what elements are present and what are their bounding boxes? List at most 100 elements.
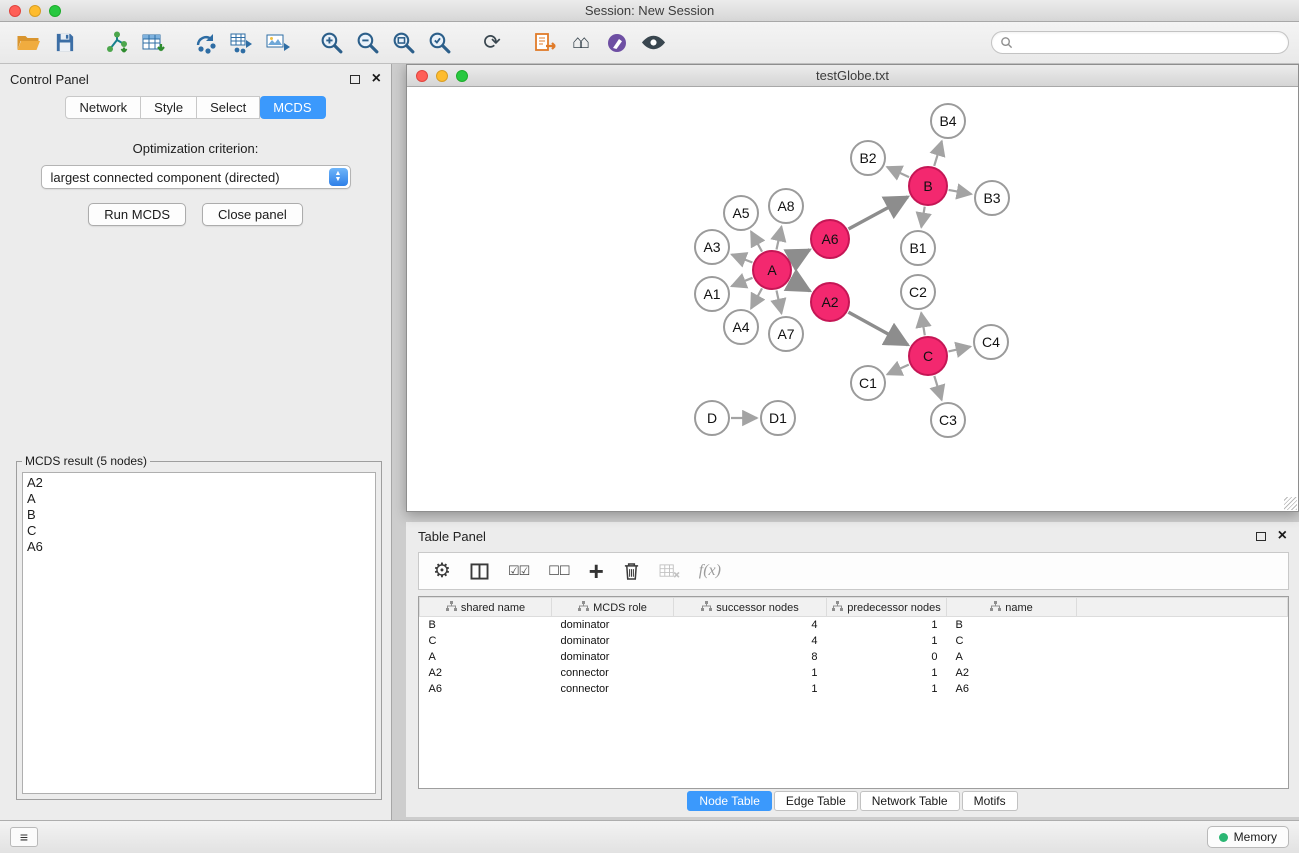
add-row-button[interactable]: +	[589, 561, 604, 582]
graph-node-A3[interactable]: A3	[695, 230, 729, 264]
resize-grip[interactable]	[1284, 497, 1297, 510]
zoom-network-window-button[interactable]	[456, 70, 468, 82]
graph-node-C4[interactable]: C4	[974, 325, 1008, 359]
graph-node-A1[interactable]: A1	[695, 277, 729, 311]
graph-edge-A2-C[interactable]	[848, 312, 908, 345]
network-canvas[interactable]: B4 B2 B B3 A8 A5 A6 A3 B1 A C2 A1 A2 A4 A7 C4 C C1 C3 D D1	[407, 87, 1298, 511]
annotations-button[interactable]	[601, 27, 633, 59]
graph-edge-A-A1[interactable]	[732, 278, 753, 286]
float-panel-icon[interactable]	[350, 75, 360, 84]
close-panel-icon[interactable]: ×	[372, 71, 381, 87]
graph-node-D1[interactable]: D1	[761, 401, 795, 435]
search-input[interactable]	[1018, 36, 1288, 50]
import-table-button[interactable]	[137, 27, 169, 59]
column-header[interactable]: name	[947, 598, 1077, 617]
graph-node-C[interactable]: C	[909, 337, 947, 375]
float-table-panel-icon[interactable]	[1256, 532, 1266, 541]
deselect-all-button[interactable]: ☐☐	[548, 563, 569, 579]
tab-motifs[interactable]: Motifs	[962, 791, 1018, 811]
run-mcds-button[interactable]: Run MCDS	[88, 203, 186, 226]
minimize-network-window-button[interactable]	[436, 70, 448, 82]
column-layout-button[interactable]	[470, 563, 489, 580]
table-row[interactable]: A2connector11A2	[420, 665, 1288, 681]
network-graph[interactable]: B4 B2 B B3 A8 A5 A6 A3 B1 A C2 A1 A2 A4 A7 C4 C C1 C3 D D1	[407, 87, 1298, 511]
graph-node-A2[interactable]: A2	[811, 283, 849, 321]
column-header[interactable]: predecessor nodes	[827, 598, 947, 617]
column-header[interactable]: MCDS role	[552, 598, 674, 617]
memory-button[interactable]: Memory	[1207, 826, 1289, 848]
graph-edge-A-A3[interactable]	[732, 255, 753, 263]
mcds-result-item[interactable]: B	[27, 507, 371, 523]
graph-node-B3[interactable]: B3	[975, 181, 1009, 215]
home-button[interactable]: ⌂⌂	[565, 27, 597, 59]
zoom-in-button[interactable]	[315, 27, 347, 59]
graph-node-A5[interactable]: A5	[724, 196, 758, 230]
export-image-button[interactable]	[262, 27, 294, 59]
graph-node-B2[interactable]: B2	[851, 141, 885, 175]
close-panel-button[interactable]: Close panel	[202, 203, 303, 226]
graph-edge-B-B4[interactable]	[934, 141, 942, 166]
settings-button[interactable]: ⚙	[433, 561, 451, 581]
graph-node-A8[interactable]: A8	[769, 189, 803, 223]
task-history-button[interactable]: ≡	[10, 827, 38, 847]
tab-network-table[interactable]: Network Table	[860, 791, 960, 811]
node-table[interactable]: shared nameMCDS rolesuccessor nodesprede…	[418, 596, 1289, 789]
table-row[interactable]: Cdominator41C	[420, 633, 1288, 649]
graph-node-D[interactable]: D	[695, 401, 729, 435]
show-hide-button[interactable]	[637, 27, 669, 59]
graph-node-C2[interactable]: C2	[901, 275, 935, 309]
column-header[interactable]: shared name	[420, 598, 552, 617]
graph-node-A4[interactable]: A4	[724, 310, 758, 344]
graph-edge-A-A8[interactable]	[777, 227, 782, 250]
graph-node-C3[interactable]: C3	[931, 403, 965, 437]
close-network-window-button[interactable]	[416, 70, 428, 82]
close-window-button[interactable]	[9, 5, 21, 17]
tab-style[interactable]: Style	[141, 96, 197, 119]
graph-edge-B-B1[interactable]	[921, 207, 924, 228]
mcds-result-list[interactable]: A2ABCA6	[22, 472, 376, 794]
search-field[interactable]	[991, 31, 1289, 54]
optimization-criterion-select[interactable]: largest connected component (directed) ▲…	[41, 165, 351, 189]
close-table-panel-icon[interactable]: ×	[1278, 528, 1287, 544]
import-network-button[interactable]	[101, 27, 133, 59]
graph-node-A7[interactable]: A7	[769, 317, 803, 351]
minimize-window-button[interactable]	[29, 5, 41, 17]
tab-edge-table[interactable]: Edge Table	[774, 791, 858, 811]
table-row[interactable]: A6connector11A6	[420, 681, 1288, 697]
column-header[interactable]: successor nodes	[674, 598, 827, 617]
graph-edge-A-A4[interactable]	[751, 288, 762, 308]
zoom-selected-button[interactable]	[423, 27, 455, 59]
tab-select[interactable]: Select	[197, 96, 260, 119]
graph-edge-A-A2[interactable]	[790, 280, 810, 291]
graph-edge-C-C4[interactable]	[949, 347, 971, 352]
select-all-button[interactable]: ☑☑	[508, 563, 529, 579]
graph-edge-C-C2[interactable]	[921, 313, 925, 336]
zoom-fit-button[interactable]	[387, 27, 419, 59]
graph-edge-A-A7[interactable]	[777, 291, 782, 314]
network-window-titlebar[interactable]: testGlobe.txt	[407, 65, 1298, 87]
table-row[interactable]: Adominator80A	[420, 649, 1288, 665]
tab-node-table[interactable]: Node Table	[687, 791, 772, 811]
graph-node-A6[interactable]: A6	[811, 220, 849, 258]
delete-row-button[interactable]	[623, 562, 640, 581]
graph-node-C1[interactable]: C1	[851, 366, 885, 400]
graph-edge-C-C3[interactable]	[934, 376, 941, 400]
new-network-button[interactable]	[190, 27, 222, 59]
graph-node-B1[interactable]: B1	[901, 231, 935, 265]
graph-edge-A-A6[interactable]	[791, 250, 810, 260]
table-row[interactable]: Bdominator41B	[420, 617, 1288, 633]
tab-mcds[interactable]: MCDS	[260, 96, 325, 119]
graph-edge-B-B3[interactable]	[949, 190, 972, 194]
open-session-button[interactable]	[12, 27, 44, 59]
zoom-window-button[interactable]	[49, 5, 61, 17]
export-document-button[interactable]	[529, 27, 561, 59]
zoom-out-button[interactable]	[351, 27, 383, 59]
delete-table-button[interactable]	[659, 563, 680, 580]
graph-edge-A6-B[interactable]	[849, 197, 908, 229]
graph-node-B[interactable]: B	[909, 167, 947, 205]
mcds-result-item[interactable]: A6	[27, 539, 371, 555]
graph-node-A[interactable]: A	[753, 251, 791, 289]
refresh-view-button[interactable]: ⟳	[476, 27, 508, 59]
mcds-result-item[interactable]: C	[27, 523, 371, 539]
graph-node-B4[interactable]: B4	[931, 104, 965, 138]
